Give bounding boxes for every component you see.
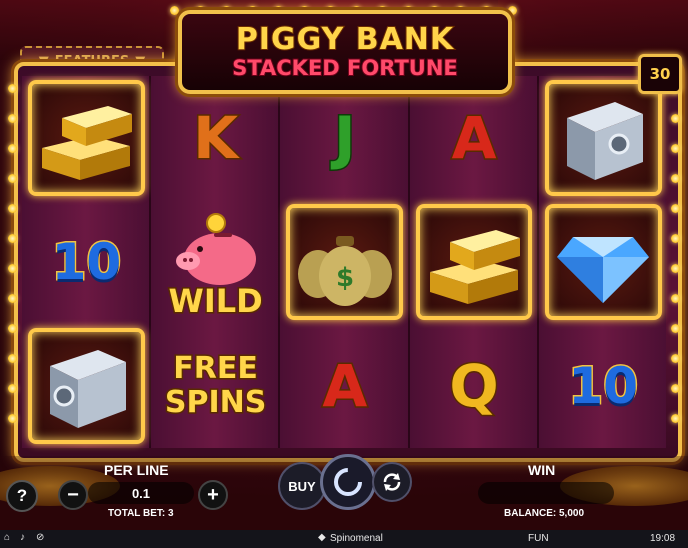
a-label: A	[450, 104, 498, 172]
marquee-bulb	[8, 354, 17, 363]
free-label: FREE	[172, 351, 260, 386]
autoplay-button[interactable]	[372, 462, 412, 502]
symbol-q: Q	[410, 324, 539, 448]
control-panel: ? PER LINE − 0.1 + TOTAL BET: 3 BUY WIN …	[0, 454, 688, 530]
ten-label: 10	[50, 232, 123, 293]
brand-label: Spinomenal	[330, 533, 383, 544]
symbol-j: J	[280, 76, 409, 200]
win-label: WIN	[528, 462, 556, 478]
marquee-bulb	[8, 114, 17, 123]
bet-minus-button[interactable]: −	[58, 480, 88, 510]
marquee-bulb	[671, 264, 680, 273]
marquee-bulb	[671, 174, 680, 183]
symbol-wild-piggy: WILD	[151, 200, 280, 324]
total-bet-label: TOTAL BET: 3	[108, 508, 174, 519]
marquee-bulb	[671, 234, 680, 243]
reel-3: J $ A	[280, 76, 410, 448]
no-turbo-icon[interactable]: ⊘	[36, 532, 44, 543]
safe-icon	[50, 350, 127, 428]
spinomenal-logo-icon: ◆	[318, 532, 326, 543]
lines-count-badge: 30	[638, 54, 682, 94]
symbol-free-spins: FREE SPINS	[151, 324, 280, 448]
marquee-bulb	[671, 114, 680, 123]
game-stage: ▼ FEATURES ▼ 10 K WILD FREE SPINS J $ A …	[0, 0, 688, 548]
marquee-bulb	[8, 144, 17, 153]
buy-feature-button[interactable]: BUY	[278, 462, 326, 510]
win-value	[478, 482, 614, 504]
help-button[interactable]: ?	[6, 480, 38, 512]
symbol-ten: 10	[22, 200, 151, 324]
symbol-a: A	[280, 324, 409, 448]
a-label: A	[321, 352, 369, 420]
curtain-right	[498, 0, 688, 60]
j-label: J	[333, 104, 358, 172]
marquee-bulb	[671, 204, 680, 213]
marquee-bulb	[671, 294, 680, 303]
symbol-k: K	[151, 76, 280, 200]
gold-bars-icon	[430, 230, 520, 304]
marquee-bulb	[671, 384, 680, 393]
symbol-money-bags: $	[280, 200, 409, 324]
piggy-bank-icon	[175, 213, 256, 285]
marquee-bulb	[671, 354, 680, 363]
clock-label: 19:08	[650, 533, 676, 544]
marquee-bulb	[671, 414, 680, 423]
wild-label: WILD	[167, 282, 264, 320]
game-title: PIGGY BANK STACKED FORTUNE	[178, 10, 512, 94]
symbol-ten: 10	[539, 324, 668, 448]
spins-label: SPINS	[163, 385, 267, 420]
symbol-gold-bars	[22, 76, 151, 200]
marquee-bulb	[8, 324, 17, 333]
reel-4: A Q	[409, 76, 539, 448]
reel-1: 10	[22, 76, 152, 448]
dollar-sign: $	[336, 263, 354, 293]
symbol-a: A	[410, 76, 539, 200]
reel-grid: 10 K WILD FREE SPINS J $ A A Q 10	[22, 76, 668, 448]
diamond-icon	[557, 237, 650, 303]
symbol-diamond	[539, 200, 668, 324]
safe-icon	[567, 102, 644, 180]
marquee-bulb	[8, 264, 17, 273]
title-line1: PIGGY BANK	[235, 21, 455, 58]
sound-icon[interactable]: ♪	[20, 532, 25, 543]
spin-button[interactable]	[320, 454, 376, 510]
bet-plus-button[interactable]: +	[198, 480, 228, 510]
ten-label: 10	[567, 356, 640, 417]
marquee-bulb	[8, 294, 17, 303]
q-label: Q	[448, 352, 500, 420]
symbol-safe	[539, 76, 668, 200]
marquee-bulb	[8, 414, 17, 423]
marquee-bulb	[8, 84, 17, 93]
per-line-value: 0.1	[88, 482, 194, 504]
marquee-bulb	[8, 384, 17, 393]
reel-2: K WILD FREE SPINS	[151, 76, 281, 448]
k-label: K	[192, 104, 240, 172]
marquee-bulb	[8, 234, 17, 243]
title-line2: STACKED FORTUNE	[231, 55, 459, 81]
gold-bars-icon	[42, 106, 133, 180]
home-icon[interactable]: ⌂	[4, 532, 10, 543]
marquee-bulb	[671, 144, 680, 153]
marquee-bulb	[8, 174, 17, 183]
autoplay-icon	[383, 473, 401, 491]
spin-icon	[334, 468, 362, 496]
symbol-safe	[22, 324, 151, 448]
marquee-bulb	[671, 324, 680, 333]
marquee-bulb	[170, 6, 179, 15]
money-bags-icon: $	[297, 236, 392, 306]
mode-label: FUN	[528, 533, 549, 544]
balance-label: BALANCE: 5,000	[504, 508, 585, 519]
reel-5: 10	[538, 76, 668, 448]
status-bar: ⌂ ♪ ⊘ ◆ Spinomenal FUN 19:08	[0, 530, 688, 548]
marquee-bulb	[8, 204, 17, 213]
per-line-label: PER LINE	[104, 462, 169, 478]
symbol-gold-bars	[410, 200, 539, 324]
